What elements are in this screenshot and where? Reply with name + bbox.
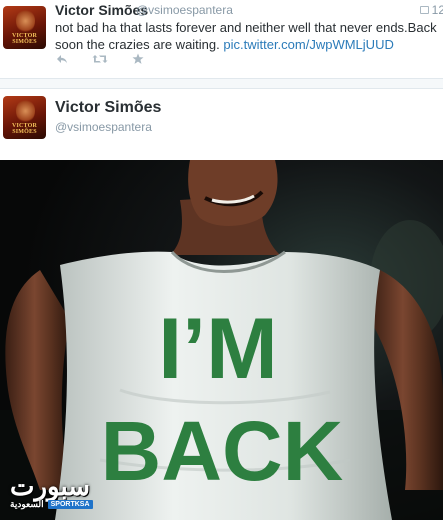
reply-icon[interactable] bbox=[54, 52, 70, 66]
avatar-portrait bbox=[15, 9, 36, 34]
watermark-subtitle: السعودية bbox=[10, 499, 44, 509]
user-handle[interactable]: @vsimoespantera bbox=[136, 3, 233, 17]
watermark-badge: SPORTKSA bbox=[47, 500, 93, 509]
user-avatar[interactable]: VICTOR SIMÕES bbox=[3, 96, 46, 139]
tweet-photo[interactable]: I’M BACK سبورت السعودية SPORTKSA bbox=[0, 160, 443, 520]
tweet-timestamp[interactable]: 12 bbox=[419, 3, 443, 17]
photo-image: I’M BACK bbox=[0, 160, 443, 520]
user-handle[interactable]: @vsimoespantera bbox=[55, 120, 152, 134]
tweet-divider bbox=[0, 79, 443, 89]
timestamp-text: 12 bbox=[431, 3, 443, 17]
watermark-row: السعودية SPORTKSA bbox=[10, 499, 93, 510]
retweet-icon[interactable] bbox=[92, 52, 108, 66]
shirt-text-line1: I’M bbox=[158, 301, 277, 397]
display-name[interactable]: Victor Simões bbox=[55, 2, 148, 18]
tweet-previous[interactable]: VICTOR SIMÕES Victor Simões @vsimoespant… bbox=[0, 0, 443, 79]
site-watermark: سبورت السعودية SPORTKSA bbox=[10, 471, 93, 510]
tweet-actions bbox=[54, 52, 146, 66]
avatar-wordmark: VICTOR SIMÕES bbox=[11, 123, 38, 136]
avatar-wordmark: VICTOR SIMÕES bbox=[11, 33, 38, 46]
favorite-icon[interactable] bbox=[130, 52, 146, 66]
avatar-portrait bbox=[15, 99, 36, 124]
shirt-text-line2: BACK bbox=[101, 404, 344, 498]
tweet-link[interactable]: pic.twitter.com/JwpWMLjUUD bbox=[223, 37, 393, 52]
display-name[interactable]: Victor Simões bbox=[55, 99, 161, 117]
tweet-text: not bad ha that lasts forever and neithe… bbox=[55, 19, 441, 53]
watermark-logo: سبورت bbox=[10, 471, 91, 501]
user-avatar[interactable]: VICTOR SIMÕES bbox=[3, 6, 46, 49]
media-icon bbox=[419, 6, 429, 14]
